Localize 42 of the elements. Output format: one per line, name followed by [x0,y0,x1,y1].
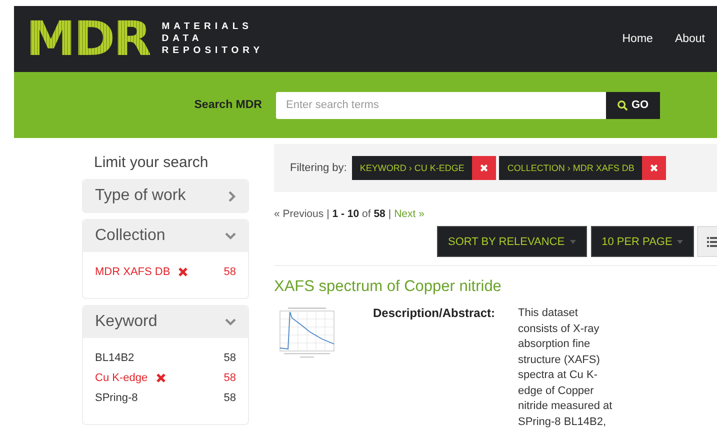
remove-icon[interactable] [156,373,166,383]
dropdown-button[interactable]: 10 PER PAGE [590,226,694,257]
chevron-down-icon [225,318,236,326]
filter-label: Filtering by: [290,162,347,174]
sidebar-title: Limit your search [93,153,210,173]
filter-chip: KEYWORD › CU K-EDGE [352,156,472,180]
caret-icon [570,240,576,244]
facet-header[interactable]: Collection [83,220,248,252]
logo-tagline: DATA [162,33,204,45]
go-button[interactable]: GO [606,92,660,118]
filter-chip: COLLECTION › MDR XAFS DB [499,156,642,180]
facet-item-label[interactable]: SPring-8 [95,392,138,404]
logo-tagline: REPOSITORY [162,45,264,57]
search-field[interactable]: Enter search terms [276,92,606,118]
previous-link[interactable]: « Previous [274,208,324,220]
logo-tagline: MATERIALS [162,21,254,33]
close-icon [650,164,658,172]
search-label: Search MDR [193,99,262,111]
description-text: This dataset consists of X-ray absorption fine structure (XAFS) spectra at Cu K-edge of Copper nitride measured at SPring-8 BL14B2, [518,306,614,430]
facet-item-label[interactable]: MDR XAFS DB [95,266,170,278]
page-range: | 1 - 10 of 58 | [326,208,392,220]
remove-icon[interactable] [178,267,188,277]
search-icon [617,100,628,110]
list-icon [707,236,717,248]
remove-filter-button[interactable] [472,156,496,180]
facet-header[interactable]: Type of work [83,180,248,212]
nav-link[interactable]: About [674,33,705,45]
chevron-right-icon [228,190,236,202]
close-icon [480,164,488,172]
dropdown-button[interactable]: SORT BY RELEVANCE [437,226,587,257]
facet-item-label[interactable]: Cu K-edge [95,372,148,384]
caret-icon [677,240,684,244]
facet-header[interactable]: Keyword [83,306,248,338]
facet-count: 58 [224,352,236,364]
facet-item-label[interactable]: BL14B2 [95,352,134,364]
chevron-down-icon [225,232,236,240]
field-label: Description/Abstract: [373,306,496,320]
nav-link[interactable]: Home [622,33,653,45]
remove-filter-button[interactable] [642,156,666,180]
facet-count: 58 [224,266,236,278]
facet-count: 58 [224,372,236,384]
facet-count: 58 [224,392,236,404]
